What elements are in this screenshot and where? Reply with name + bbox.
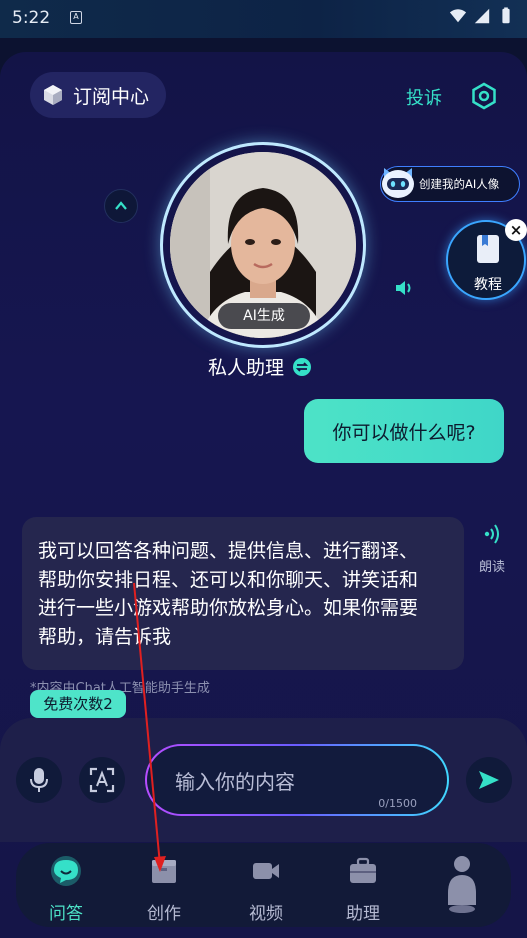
send-button[interactable] <box>466 757 512 803</box>
box-icon <box>152 860 176 883</box>
subscribe-center-label: 订阅中心 <box>73 85 150 108</box>
free-count-badge: 免费次数2 <box>30 690 126 718</box>
assistant-message-bubble: 我可以回答各种问题、提供信息、进行翻译、 帮助你安排日程、还可以和你聊天、讲笑话… <box>22 517 464 670</box>
book-icon <box>477 235 499 263</box>
nav-label: 视频 <box>249 904 283 924</box>
person-icon <box>448 856 476 913</box>
signal-icon <box>474 8 490 24</box>
nav-item-assistant[interactable]: 助理 <box>323 843 403 927</box>
nav-item-profile[interactable] <box>421 843 501 927</box>
video-camera-icon <box>253 863 279 879</box>
text-scan-button[interactable] <box>79 757 125 803</box>
create-ai-portrait-label: 创建我的AI人像 <box>419 177 500 191</box>
message-input[interactable]: 输入你的内容 0/1500 <box>145 744 449 816</box>
chat-bubble-icon <box>51 856 81 886</box>
battery-icon <box>502 7 510 24</box>
microphone-icon <box>30 768 48 792</box>
briefcase-icon <box>350 857 376 883</box>
nav-label: 助理 <box>346 904 380 924</box>
status-icons <box>449 7 515 25</box>
status-time: 5:22 <box>12 8 51 28</box>
assistant-message-line: 进行一些小游戏帮助你放松身心。如果你需要 <box>38 597 419 619</box>
speaker-icon[interactable] <box>394 278 416 298</box>
complain-link[interactable]: 投诉 <box>406 84 442 110</box>
swap-icon[interactable] <box>292 357 312 377</box>
char-counter: 0/1500 <box>378 797 417 810</box>
close-icon[interactable]: × <box>505 219 527 241</box>
assistant-message-line: 帮助，请告诉我 <box>38 625 172 648</box>
chevron-up-icon <box>115 201 127 210</box>
send-icon <box>479 771 499 789</box>
sound-wave-icon[interactable] <box>483 522 503 546</box>
nav-label: 问答 <box>49 904 83 924</box>
nav-item-qa[interactable]: 问答 <box>26 843 106 927</box>
tutorial-label: 教程 <box>474 277 502 293</box>
assistant-name-label: 私人助理 <box>208 357 285 379</box>
ai-generated-tag: AI生成 <box>218 303 310 329</box>
nav-item-create[interactable]: 创作 <box>124 843 204 927</box>
collapse-button[interactable] <box>104 189 138 223</box>
read-aloud-label[interactable]: 朗读 <box>479 556 505 575</box>
nav-label: 创作 <box>147 904 181 924</box>
voice-input-button[interactable] <box>16 757 62 803</box>
cube-icon <box>44 85 62 105</box>
status-bar: 5:22 A <box>0 0 527 38</box>
nav-item-video[interactable]: 视频 <box>226 843 306 927</box>
subscribe-center-button[interactable]: 订阅中心 <box>30 72 166 118</box>
text-scan-icon <box>89 767 115 793</box>
assistant-message-line: 我可以回答各种问题、提供信息、进行翻译、 <box>38 540 419 562</box>
wifi-icon <box>449 9 467 23</box>
bottom-nav: 问答 创作 视频 助理 <box>16 843 511 927</box>
assistant-name[interactable]: 私人助理 <box>208 353 312 380</box>
assistant-message-line: 帮助你安排日程、还可以和你聊天、讲笑话和 <box>38 568 419 591</box>
message-input-placeholder: 输入你的内容 <box>175 770 295 794</box>
robot-cat-icon <box>382 168 414 198</box>
notification-a-icon: A <box>70 11 82 24</box>
settings-hexagon-icon[interactable] <box>470 82 498 110</box>
user-message-bubble: 你可以做什么呢? <box>304 399 504 463</box>
user-message-text: 你可以做什么呢? <box>332 421 476 444</box>
